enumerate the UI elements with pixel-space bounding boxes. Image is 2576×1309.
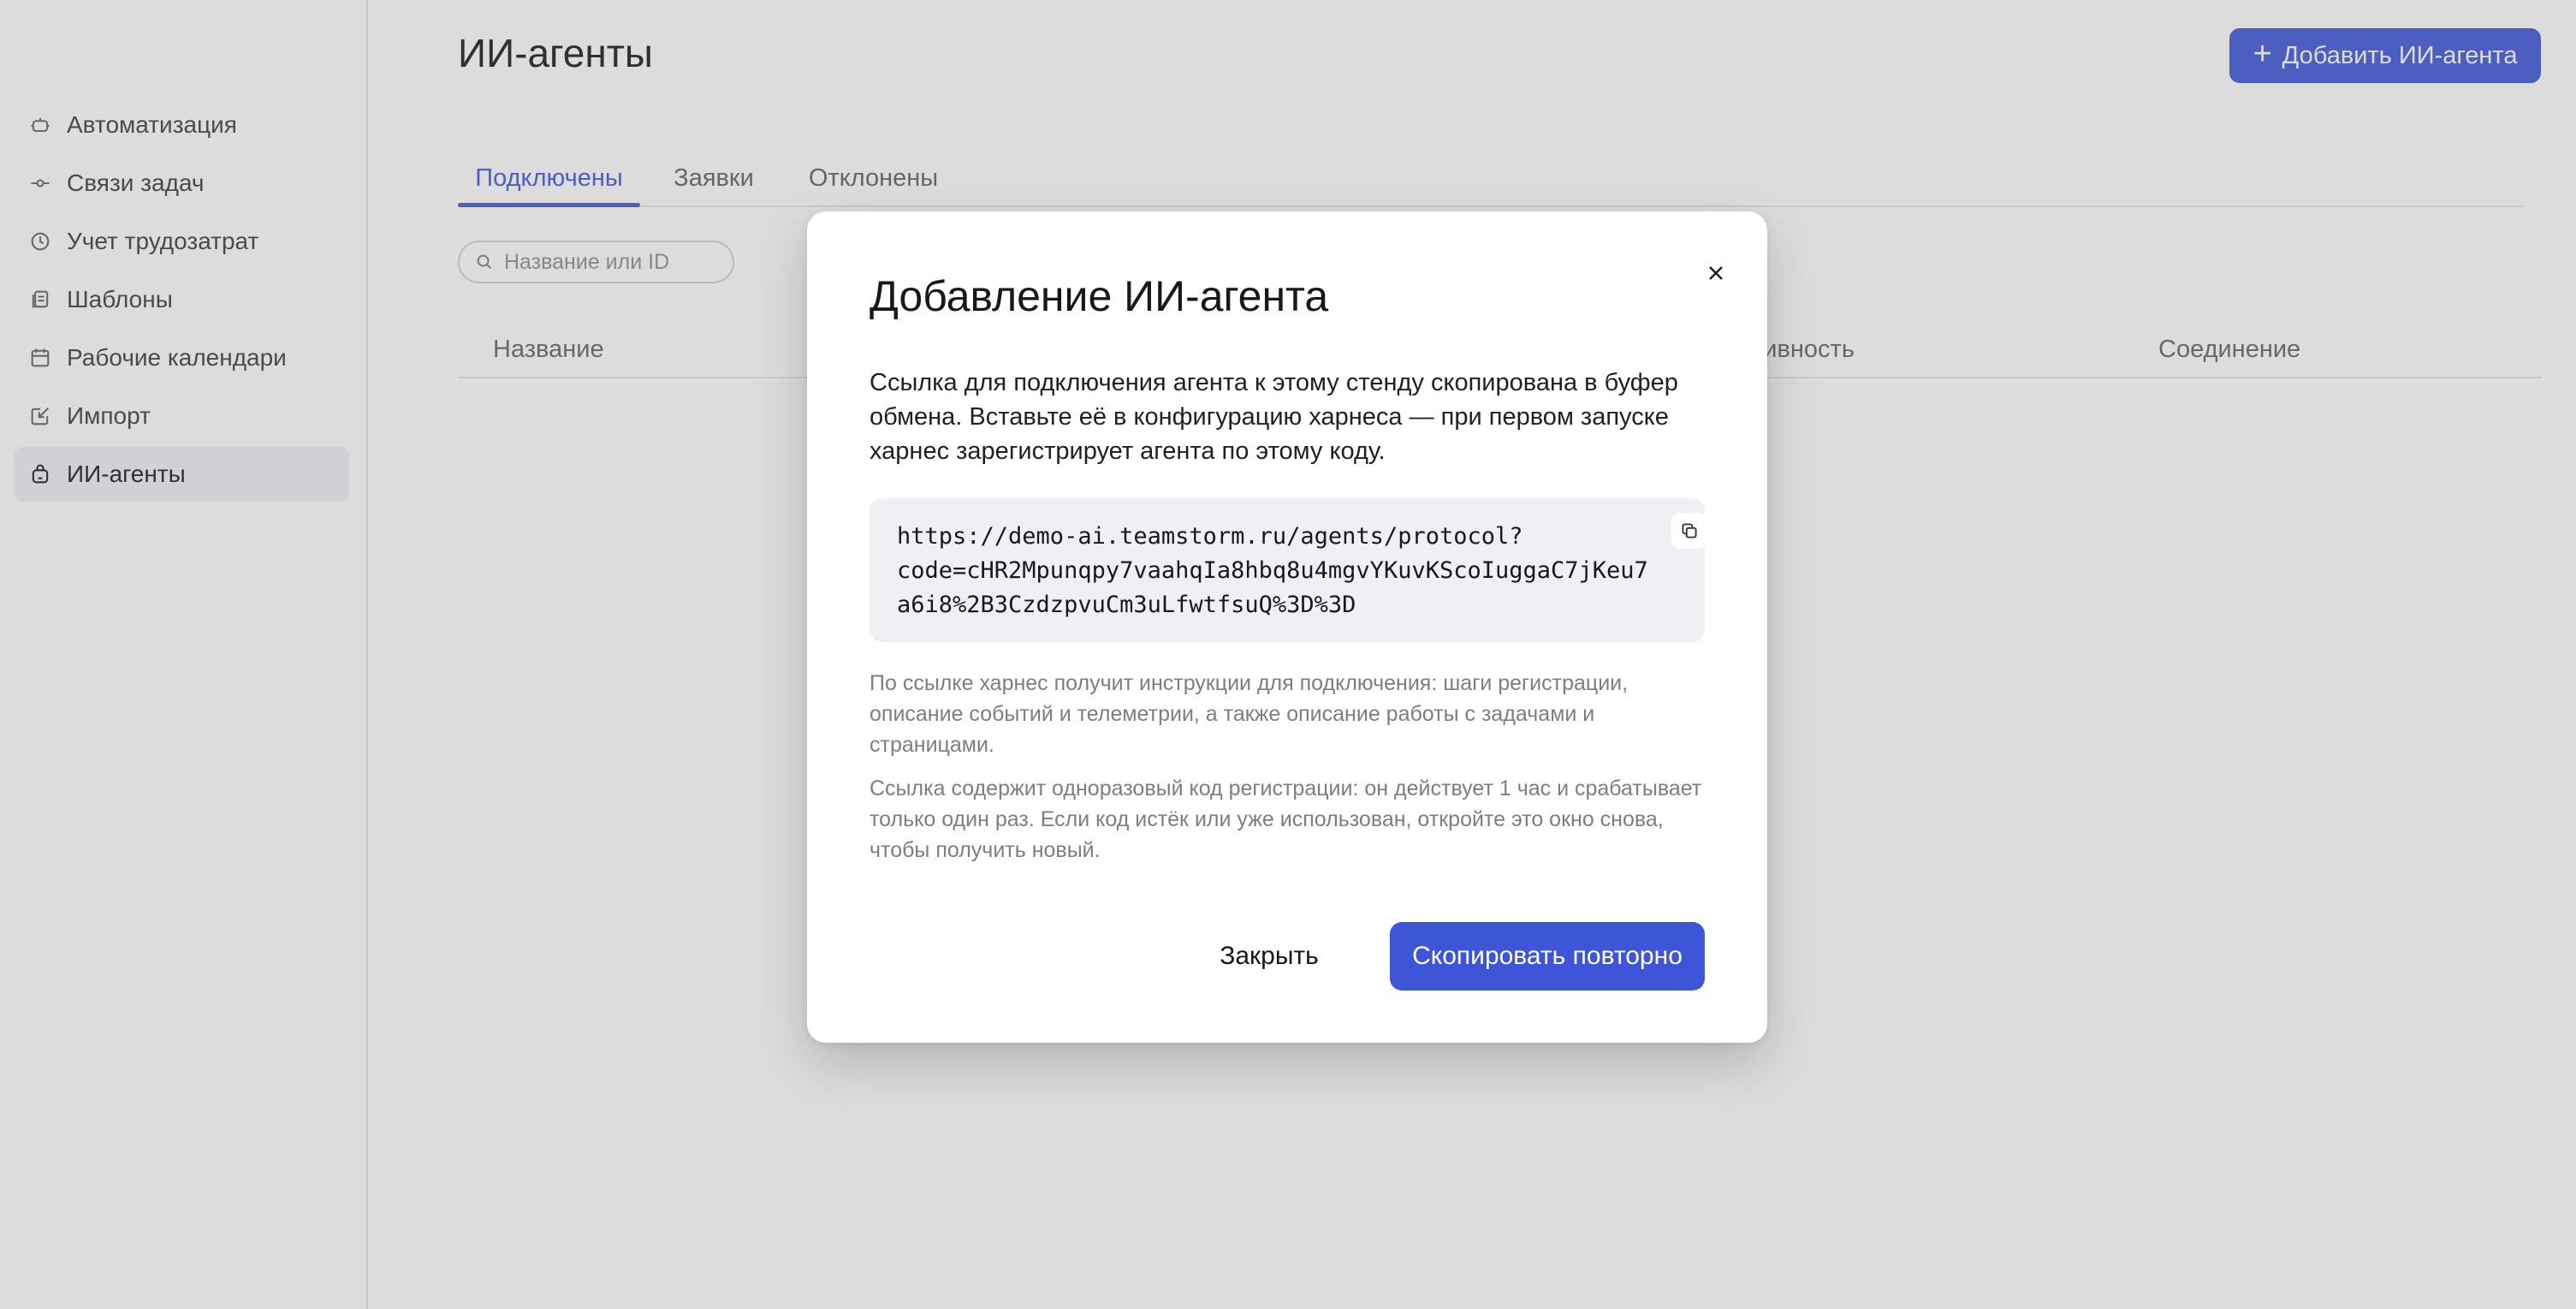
link-box: https://demo-ai.teamstorm.ru/agents/prot…	[870, 498, 1707, 642]
registration-link: https://demo-ai.teamstorm.ru/agents/prot…	[897, 523, 1648, 618]
close-icon[interactable]	[1695, 252, 1737, 295]
instructions-note: По ссылке харнес получит инструкции для …	[870, 671, 1629, 757]
one-time-code-note: Ссылка содержит одноразовый код регистра…	[870, 776, 1702, 862]
close-button[interactable]: Закрыть	[1184, 922, 1355, 991]
modal-description: Ссылка для подключения агента к этому ст…	[870, 369, 1678, 465]
modal-title: Добавление ИИ-агента	[870, 272, 1329, 320]
add-agent-modal: Добавление ИИ-агента Ссылка для подключе…	[807, 211, 1767, 1043]
copy-again-button[interactable]: Скопировать повторно	[1390, 922, 1705, 991]
copy-icon[interactable]	[1671, 513, 1707, 549]
app: Автоматизация Связи задач Учет трудозатр…	[0, 0, 2576, 1309]
